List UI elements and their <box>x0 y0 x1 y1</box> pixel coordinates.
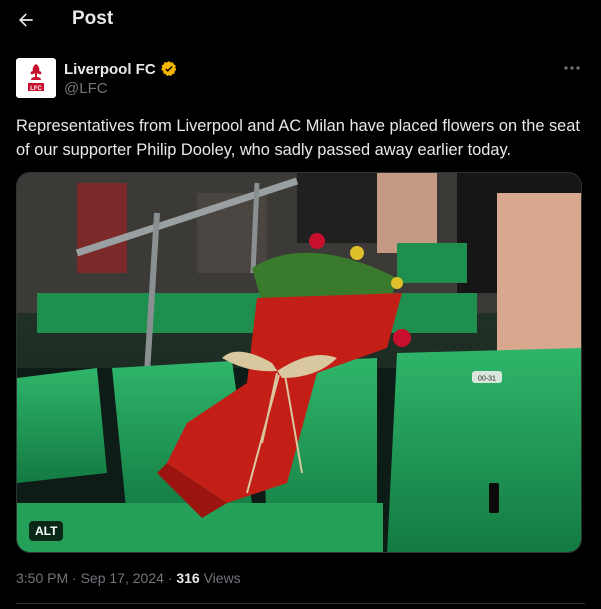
seat-tag: 00-31 <box>478 376 496 383</box>
post-header: Post <box>0 0 601 40</box>
page-title: Post <box>72 8 114 29</box>
back-button[interactable] <box>12 6 40 34</box>
avatar[interactable]: LFC <box>16 58 56 98</box>
post-date[interactable]: Sep 17, 2024 <box>81 570 164 586</box>
arrow-left-icon <box>19 13 33 27</box>
lfc-crest-icon: LFC <box>28 64 44 92</box>
stadium-seat-photo: 00-31 <box>17 173 581 552</box>
author-handle[interactable]: @LFC <box>64 80 108 97</box>
meta-separator: · <box>68 570 81 586</box>
more-horizontal-icon <box>564 66 580 70</box>
views-count: 316 <box>176 570 200 586</box>
author-name[interactable]: Liverpool FC <box>64 60 178 78</box>
avatar-text: LFC <box>30 86 42 92</box>
post-image[interactable]: 00-31 ALT <box>16 172 582 553</box>
post-text: Representatives from Liverpool and AC Mi… <box>16 117 580 159</box>
post-meta: 3:50 PM · Sep 17, 2024 · 316 Views <box>16 570 241 586</box>
divider <box>16 603 585 604</box>
views-label: Views <box>199 570 241 586</box>
verified-badge-icon <box>160 61 176 76</box>
meta-separator: · <box>163 570 177 586</box>
alt-badge[interactable]: ALT <box>29 521 64 541</box>
author-name-text: Liverpool FC <box>64 60 156 78</box>
more-button[interactable] <box>562 58 582 78</box>
post-time[interactable]: 3:50 PM <box>16 570 68 586</box>
